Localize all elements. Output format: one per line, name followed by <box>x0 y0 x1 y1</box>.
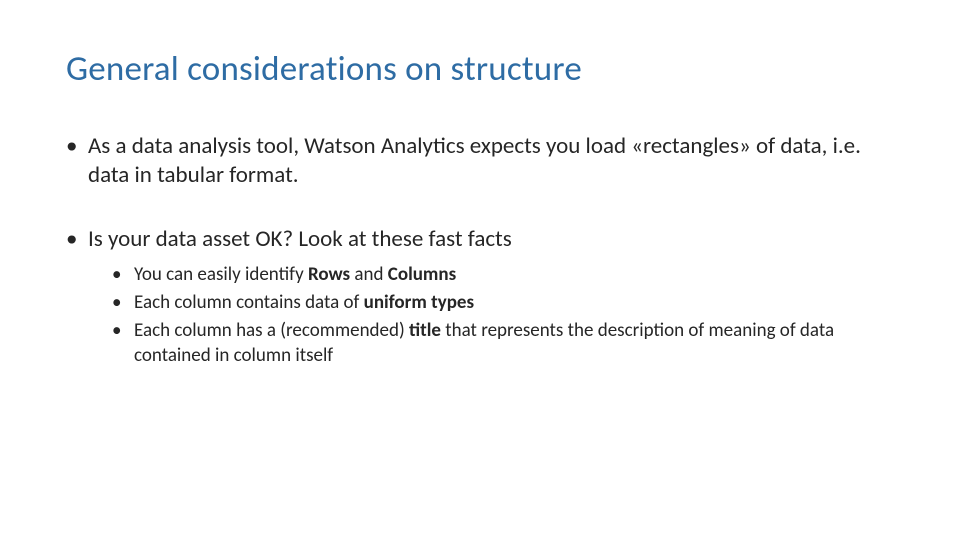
slide: General considerations on structure • As… <box>0 0 960 540</box>
bullet-item-2: • Is your data asset OK? Look at these f… <box>66 225 894 369</box>
sub-bullet-text: Each column has a (recommended) title th… <box>134 319 834 368</box>
sub-bullet-text: Each column contains data of uniform typ… <box>134 291 474 314</box>
sub-bullet-item: • Each column has a (recommended) title … <box>88 318 894 369</box>
sub-bullet-text: You can easily identify Rows and Columns <box>134 263 456 286</box>
bullet-text: Is your data asset OK? Look at these fas… <box>88 225 512 253</box>
bullet-icon: • <box>112 318 121 344</box>
sub-bullet-list: • You can easily identify Rows and Colum… <box>88 262 894 369</box>
bullet-icon: • <box>112 262 121 288</box>
bullet-text: As a data analysis tool, Watson Analytic… <box>88 132 861 189</box>
bullet-icon: • <box>66 132 77 161</box>
sub-bullet-item: • Each column contains data of uniform t… <box>88 290 894 316</box>
bullet-item-1: • As a data analysis tool, Watson Analyt… <box>66 132 894 191</box>
bullet-icon: • <box>112 290 121 316</box>
bullet-icon: • <box>66 225 77 254</box>
slide-title: General considerations on structure <box>66 48 894 90</box>
sub-bullet-item: • You can easily identify Rows and Colum… <box>88 262 894 288</box>
